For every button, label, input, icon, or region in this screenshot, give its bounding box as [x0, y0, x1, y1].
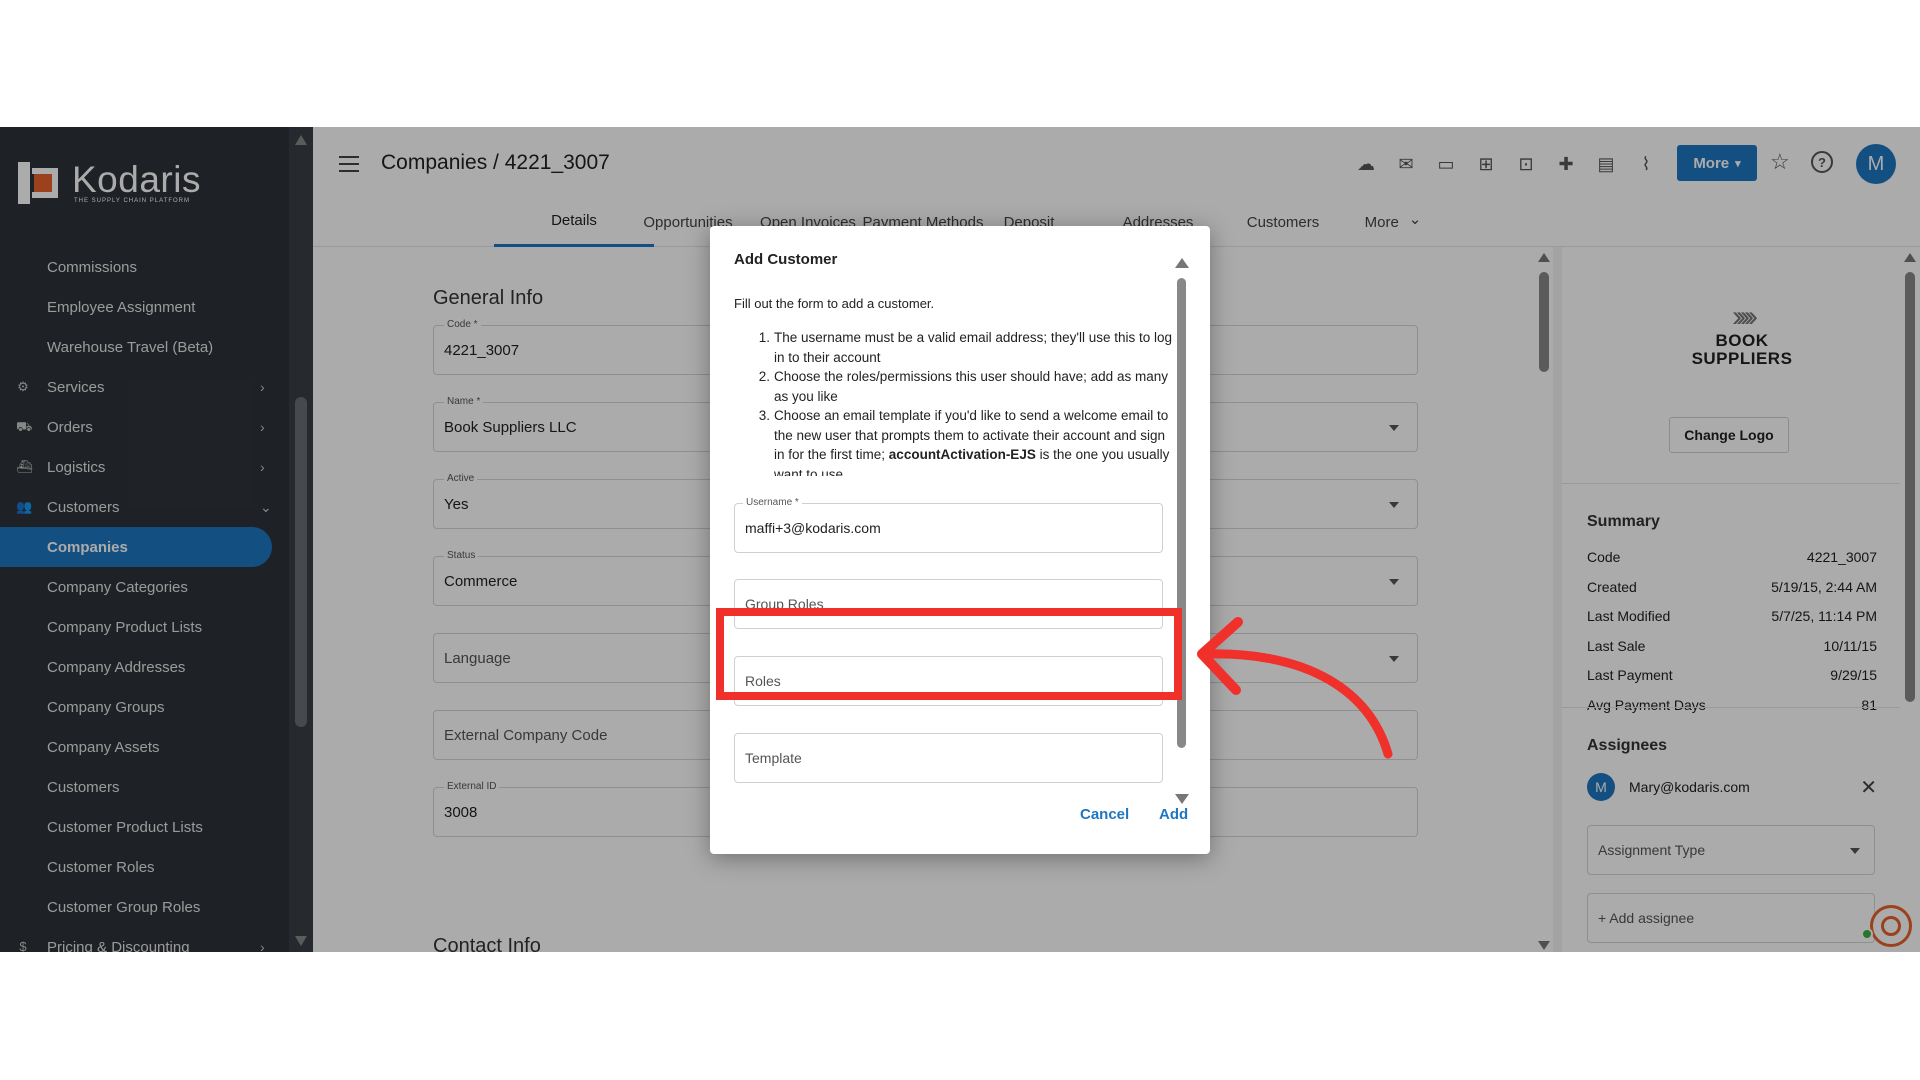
step-number: 3.	[758, 408, 770, 423]
app-frame: Kodaris THE SUPPLY CHAIN PLATFORM Commis…	[0, 127, 1920, 952]
cancel-button[interactable]: Cancel	[1080, 806, 1129, 823]
username-value: maffi+3@kodaris.com	[745, 520, 881, 536]
dialog-scrollbar[interactable]	[1173, 258, 1189, 804]
instruction-step: 2. Choose the roles/permissions this user…	[734, 367, 1174, 406]
template-placeholder: Template	[745, 750, 802, 766]
add-customer-dialog: Add Customer Fill out the form to add a …	[710, 226, 1210, 854]
roles-field[interactable]: Roles	[734, 656, 1163, 706]
dialog-intro: Fill out the form to add a customer.	[734, 296, 935, 311]
instruction-step: 3. Choose an email template if you'd like…	[734, 406, 1174, 476]
template-name: accountActivation-EJS	[888, 447, 1036, 462]
username-field[interactable]: Username * maffi+3@kodaris.com	[734, 497, 1163, 553]
step-text: Choose the roles/permissions this user s…	[774, 369, 1168, 404]
instructions-list: 1. The username must be a valid email add…	[734, 328, 1174, 476]
username-label: Username *	[743, 497, 802, 508]
instruction-step: 1. The username must be a valid email add…	[734, 328, 1174, 367]
add-button[interactable]: Add	[1159, 806, 1188, 823]
scroll-up-icon[interactable]	[1175, 258, 1189, 268]
group-roles-placeholder: Group Roles	[745, 596, 824, 612]
template-field[interactable]: Template	[734, 733, 1163, 783]
group-roles-field[interactable]: Group Roles	[734, 579, 1163, 629]
step-number: 2.	[758, 369, 770, 384]
scroll-down-icon[interactable]	[1175, 794, 1189, 804]
step-text: The username must be a valid email addre…	[774, 330, 1173, 365]
roles-placeholder: Roles	[745, 673, 781, 689]
dialog-title: Add Customer	[734, 251, 838, 268]
step-number: 1.	[758, 330, 770, 345]
dialog-scroll-thumb[interactable]	[1177, 278, 1186, 748]
